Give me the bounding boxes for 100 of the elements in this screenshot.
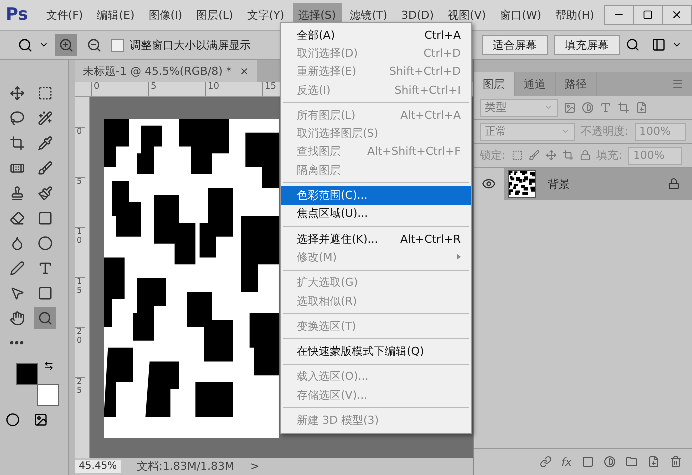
effects-button[interactable]: fx: [562, 456, 572, 468]
foreground-swatch[interactable]: [16, 363, 38, 385]
zoom-level[interactable]: 45.45%: [75, 460, 122, 473]
menu-item[interactable]: 文件(F): [40, 2, 90, 28]
menu-item[interactable]: 图层(L): [190, 2, 240, 28]
layer-thumbnail: [508, 170, 536, 198]
menu-item[interactable]: 文字(Y): [241, 2, 291, 28]
zoom-in-icon: [58, 38, 74, 52]
link-icon[interactable]: [540, 456, 552, 468]
lock-icon[interactable]: [580, 150, 591, 161]
zoom-icon[interactable]: [18, 38, 33, 52]
hand-icon: [10, 310, 24, 326]
document-title: 未标题-1 @ 45.5%(RGB/8) *: [83, 64, 232, 78]
dropdown-icon: [544, 103, 553, 112]
zoom-icon: [38, 310, 52, 326]
move-icon[interactable]: [546, 150, 557, 161]
menu-option[interactable]: 色彩范围(C)...: [281, 186, 471, 205]
fill-label: 填充:: [596, 148, 622, 163]
droplet-icon: [10, 236, 24, 250]
magic-wand-icon: [38, 110, 52, 126]
stamp-icon: [10, 186, 24, 200]
paintbrush-icon: [38, 186, 52, 200]
brush-icon: [38, 160, 52, 176]
lasso-icon: [10, 110, 24, 126]
ruler-number: 15: [75, 277, 85, 327]
ruler-number: 0: [91, 82, 148, 96]
crop-icon: [10, 136, 24, 150]
mask-icon[interactable]: [582, 456, 594, 468]
menu-option[interactable]: 选择并遮住(K)... Alt+Ctrl+R: [281, 230, 471, 248]
tab-close[interactable]: ×: [240, 64, 250, 78]
close-button[interactable]: [662, 5, 692, 25]
ruler-number: 5: [75, 177, 85, 227]
search-icon[interactable]: [626, 38, 640, 52]
zoom-in-button[interactable]: [55, 34, 77, 56]
menu-item[interactable]: 图像(I): [142, 2, 189, 28]
eyedropper-icon: [38, 136, 52, 150]
shortcut-label: Ctrl+A: [424, 28, 461, 42]
type-icon[interactable]: [600, 102, 612, 114]
crop-icon[interactable]: [562, 150, 574, 161]
more-icon: [10, 341, 24, 345]
background-swatch[interactable]: [37, 384, 59, 406]
menu-option[interactable]: 焦点区域(U)...: [281, 204, 471, 223]
menu-option[interactable]: 全部(A) Ctrl+A: [281, 26, 471, 44]
visibility-icon[interactable]: [482, 177, 496, 191]
checkbox-label: 调整窗口大小以满屏显示: [130, 38, 251, 52]
app-logo[interactable]: Ps: [6, 5, 28, 25]
option-button[interactable]: 适合屏幕: [482, 35, 548, 55]
option-button[interactable]: 填充屏幕: [554, 35, 620, 55]
shortcut-label: Alt+Shift+Ctrl+F: [368, 145, 461, 158]
ruler-number: 10: [75, 227, 85, 277]
opacity-label: 不透明度:: [580, 124, 629, 139]
brush-icon[interactable]: [528, 150, 540, 161]
move-icon: [10, 86, 24, 100]
menu-item[interactable]: 窗口(W): [494, 2, 548, 28]
pointer-icon: [10, 286, 24, 300]
maximize-button[interactable]: [633, 5, 663, 25]
trash-icon[interactable]: [670, 456, 682, 468]
layer-name: 背景: [548, 176, 571, 192]
quick-mask-icon[interactable]: [6, 413, 20, 427]
shortcut-label: Alt+Ctrl+R: [400, 232, 461, 246]
smart-object-icon[interactable]: [636, 102, 648, 114]
swap-icon[interactable]: [44, 361, 54, 371]
rectangle-icon: [38, 286, 52, 300]
filter-dropdown[interactable]: 类型: [480, 98, 558, 116]
workspace-icon[interactable]: [652, 38, 666, 52]
status-arrow[interactable]: >: [250, 460, 260, 473]
pen-icon: [10, 260, 24, 276]
blend-mode-dropdown[interactable]: 正常: [480, 122, 575, 140]
screen-mode-icon[interactable]: [34, 413, 48, 427]
checkbox[interactable]: [111, 38, 124, 52]
adjustment-icon[interactable]: [604, 456, 616, 468]
ruler-number: 25: [75, 377, 85, 427]
folder-icon[interactable]: [626, 456, 638, 468]
menu-item[interactable]: 帮助(H): [550, 2, 600, 28]
type-icon: [38, 260, 52, 276]
menu-option[interactable]: 在快速蒙版模式下编辑(Q): [281, 342, 471, 361]
maximize-icon: [643, 10, 653, 20]
ruler-number: 20: [75, 327, 85, 377]
shortcut-label: Shift+Ctrl+I: [394, 84, 461, 97]
zoom-tool[interactable]: [34, 307, 56, 329]
panel-tab[interactable]: 图层: [474, 72, 515, 96]
layer-row[interactable]: 背景: [504, 168, 692, 200]
shortcut-label: Shift+Ctrl+D: [390, 65, 461, 78]
document-info: 文档:1.83M/1.83M: [137, 459, 235, 474]
dropdown-icon: [560, 127, 570, 136]
image-icon[interactable]: [564, 102, 576, 114]
shortcut-label: Ctrl+D: [424, 46, 461, 60]
ruler-number: 0: [75, 127, 85, 177]
marquee-icon: [38, 86, 52, 100]
zoom-out-icon: [86, 38, 102, 52]
ruler-number: 10: [205, 82, 262, 96]
adjustment-icon[interactable]: [582, 102, 594, 114]
ruler-number: 5: [148, 82, 205, 96]
new-layer-icon[interactable]: [648, 456, 660, 468]
document-tab[interactable]: 未标题-1 @ 45.5%(RGB/8) * ×: [75, 60, 258, 82]
close-icon: [671, 9, 683, 21]
eraser-icon: [10, 210, 24, 226]
circle-icon: [38, 236, 52, 250]
lock-label: 锁定:: [480, 148, 506, 163]
menu-item[interactable]: 编辑(E): [91, 2, 141, 28]
